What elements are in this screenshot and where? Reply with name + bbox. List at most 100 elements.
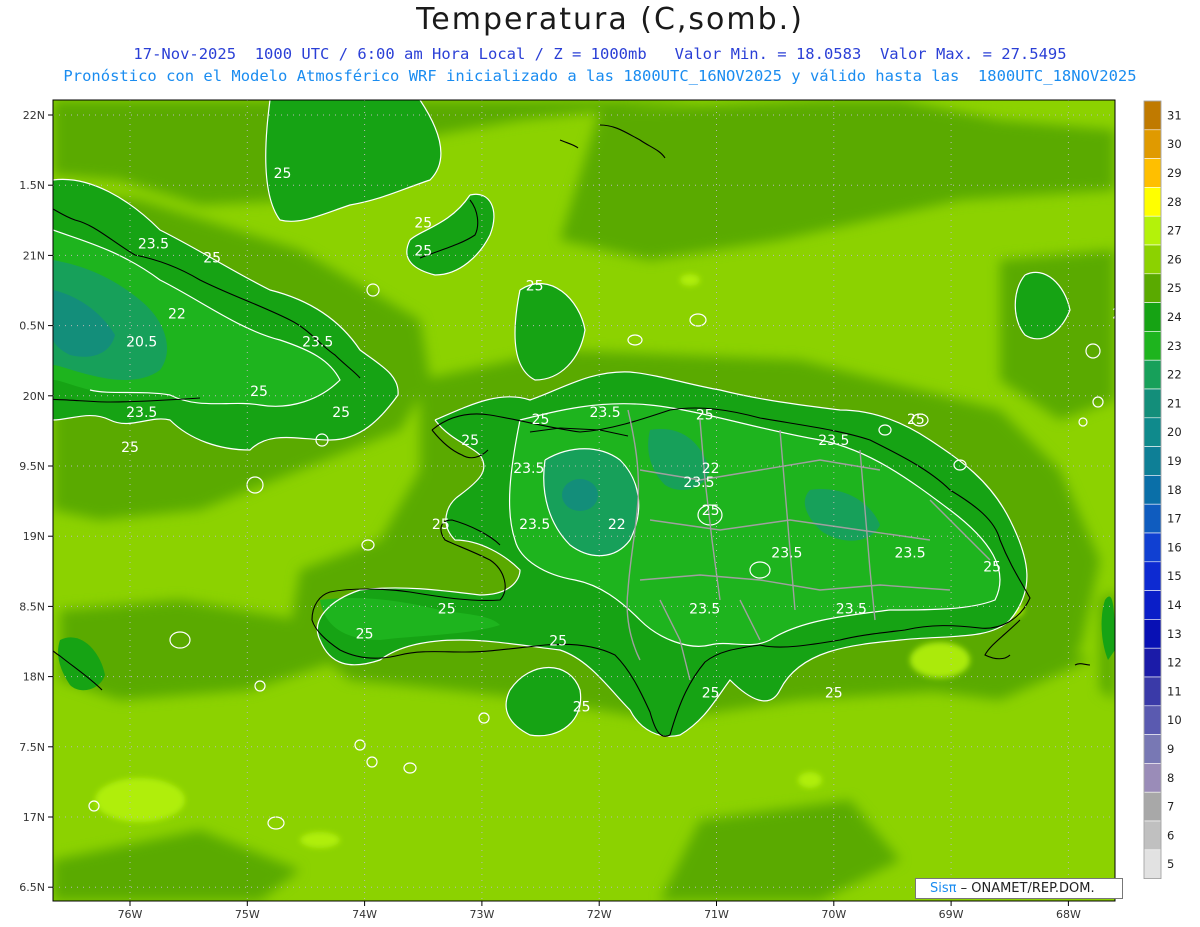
colorbar-level-label: 31 [1167, 108, 1182, 122]
colorbar-level-label: 12 [1167, 656, 1182, 670]
colorbar-level-label: 15 [1167, 569, 1182, 583]
colorbar-swatch [1143, 388, 1162, 419]
colorbar-swatch [1143, 273, 1162, 303]
colorbar-swatch [1143, 734, 1162, 764]
colorbar-level-label: 30 [1167, 137, 1182, 151]
contour-value-label: 25 [461, 433, 479, 449]
colorbar-level-label: 19 [1167, 454, 1182, 468]
contour-value-label: 25 [573, 700, 591, 716]
colorbar-level-label: 22 [1167, 368, 1182, 382]
contour-value-label: 22 [608, 517, 626, 533]
contour-value-label: 25 [121, 440, 139, 456]
colorbar-level-label: 27 [1167, 224, 1182, 238]
lon-tick-label: 70W [821, 908, 846, 921]
contour-value-label: 25 [532, 412, 550, 428]
colorbar-swatch [1143, 475, 1162, 505]
colorbar-swatch [1143, 849, 1162, 879]
colorbar-level-label: 29 [1167, 166, 1182, 180]
lon-tick-label: 74W [352, 908, 377, 921]
contour-value-label: 25 [549, 634, 567, 650]
lat-tick-label: 9.5N [19, 460, 45, 473]
colorbar-swatch [1143, 619, 1162, 649]
contour-value-label: 23.5 [302, 335, 333, 351]
map-field: 25 25 25 23.5 25 22 20.5 23.5 25 23.5 25 25 25 25 23.5… [53, 100, 1115, 901]
colorbar-level-label: 24 [1167, 310, 1182, 324]
colorbar-level-label: 17 [1167, 512, 1182, 526]
colorbar-level-label: 25 [1167, 281, 1182, 295]
contour-value-label: 25 [274, 166, 292, 182]
colorbar-level-label: 8 [1167, 771, 1174, 785]
contour-value-label: 23.5 [513, 461, 544, 477]
lat-tick-label: 20N [23, 390, 45, 403]
colorbar-swatch [1143, 331, 1162, 361]
colorbar-level-label: 5 [1167, 857, 1174, 871]
contour-value-label: 23.5 [836, 601, 867, 617]
colorbar-swatch [1143, 187, 1162, 217]
lat-tick-label: 0.5N [19, 320, 45, 333]
contour-value-label: 25 [702, 503, 720, 519]
colorbar-swatch [1143, 705, 1162, 735]
lat-tick-label: 17N [23, 811, 45, 824]
contour-value-label: 25 [332, 405, 350, 421]
colorbar-swatch [1143, 446, 1162, 476]
credit-label: Sisπ – ONAMET/REP.DOM. [915, 878, 1123, 899]
contour-value-label: 25 [414, 215, 432, 231]
colorbar-level-label: 14 [1167, 598, 1182, 612]
lat-tick-label: 22N [23, 109, 45, 122]
contour-value-label: 25 [203, 250, 221, 266]
lon-tick-label: 75W [235, 908, 260, 921]
contour-value-label: 23.5 [683, 475, 714, 491]
lon-tick-label: 73W [469, 908, 494, 921]
colorbar-level-label: 26 [1167, 252, 1182, 266]
sispi-logo-text: Sisπ [930, 881, 957, 896]
lat-tick-label: 8.5N [19, 600, 45, 613]
colorbar-level-label: 7 [1167, 800, 1174, 814]
colorbar-level-label: 6 [1167, 828, 1174, 842]
colorbar-level-label: 9 [1167, 742, 1174, 756]
contour-value-label: 23.5 [126, 405, 157, 421]
lat-tick-label: 21N [23, 249, 45, 262]
contour-value-label: 23.5 [771, 545, 802, 561]
colorbar-swatch [1143, 503, 1162, 534]
lat-tick-label: 1.5N [19, 179, 45, 192]
colorbar-swatch [1143, 532, 1162, 563]
colorbar-swatch [1143, 100, 1162, 131]
credit-agency: – ONAMET/REP.DOM. [956, 881, 1095, 896]
colorbar-swatch [1143, 561, 1162, 591]
contour-value-label: 25 [432, 517, 450, 533]
colorbar-swatch [1143, 676, 1162, 707]
lon-tick-label: 76W [118, 908, 143, 921]
lat-tick-label: 7.5N [19, 741, 45, 754]
colorbar-swatch [1143, 244, 1162, 275]
contour-value-label: 25 [356, 627, 374, 643]
contour-value-label: 25 [438, 601, 456, 617]
colorbar-level-label: 10 [1167, 713, 1182, 727]
colorbar-swatch [1143, 302, 1162, 332]
colorbar-swatch [1143, 158, 1162, 188]
colorbar-swatch [1143, 791, 1162, 822]
colorbar-swatch [1143, 359, 1162, 390]
colorbar-swatch [1143, 820, 1162, 851]
contour-value-label: 25 [907, 412, 925, 428]
latitude-axis: 22N 1.5N 21N 0.5N 20N 9.5N 19N 8.5N 18N 7.5N 17N 6.… [19, 109, 53, 894]
colorbar-level-label: 23 [1167, 339, 1182, 353]
contour-value-label: 23.5 [818, 433, 849, 449]
colorbar-swatch [1143, 417, 1162, 447]
contour-value-label: 22 [168, 307, 186, 323]
colorbar-swatch [1143, 647, 1162, 678]
colorbar-swatch [1143, 590, 1162, 620]
colorbar-level-label: 13 [1167, 627, 1182, 641]
colorbar-level-label: 16 [1167, 540, 1182, 554]
colorbar-level-label: 28 [1167, 195, 1182, 209]
contour-value-label: 25 [696, 408, 714, 424]
contour-value-label: 25 [702, 686, 720, 702]
contour-value-label: 23.5 [689, 601, 720, 617]
lat-tick-label: 18N [23, 671, 45, 684]
lon-tick-label: 68W [1056, 908, 1081, 921]
colorbar-level-label: 18 [1167, 483, 1182, 497]
contour-value-label: 23.5 [589, 405, 620, 421]
contour-value-label: 23.5 [519, 517, 550, 533]
colorbar-level-label: 11 [1167, 684, 1182, 698]
lon-tick-label: 72W [587, 908, 612, 921]
colorbar-swatch [1143, 763, 1162, 793]
